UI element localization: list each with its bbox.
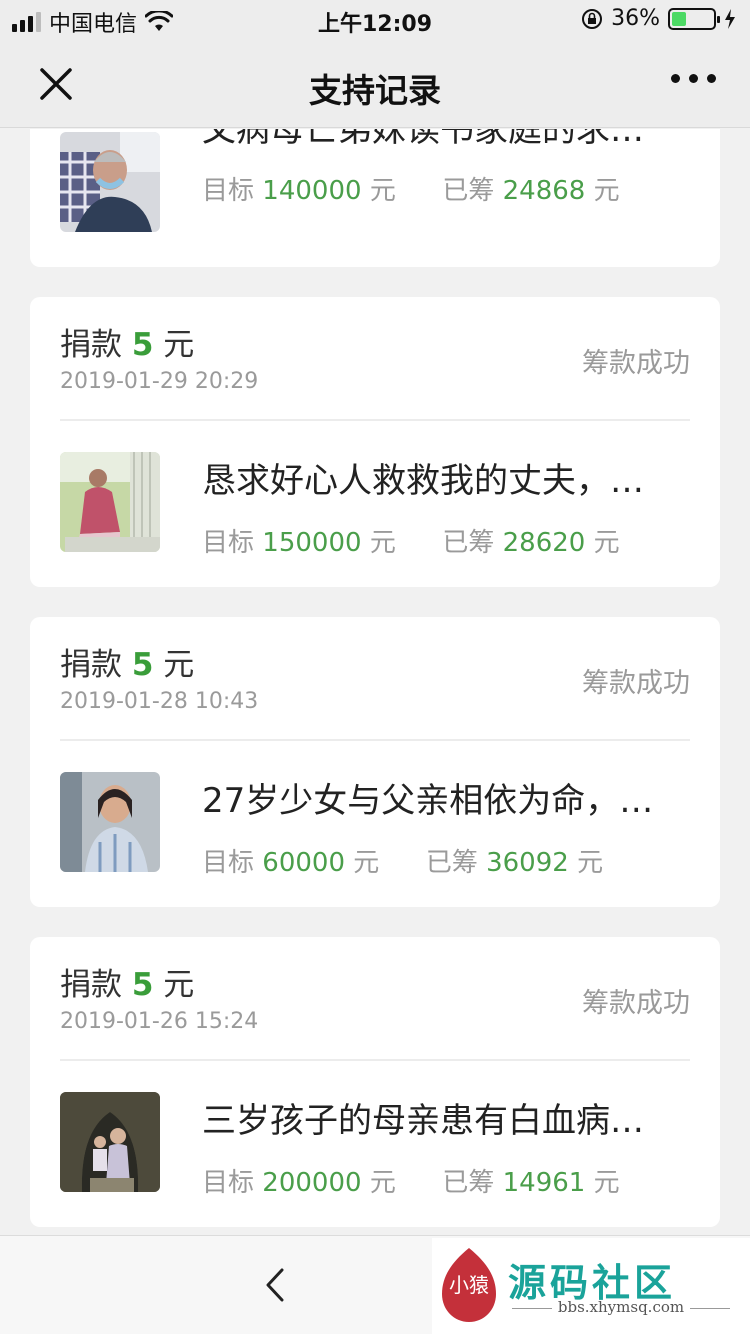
unit-label: 元	[593, 528, 620, 558]
records-list[interactable]: 父病母亡弟妹读书家庭的求… 目标 140000 元 已筹 24868 元 捐款 …	[0, 129, 750, 1235]
donation-header: 捐款 5 元 2019-01-28 10:43 筹款成功	[60, 617, 690, 741]
donation-line: 捐款 5 元	[60, 319, 194, 364]
target-amount: 140000	[262, 176, 362, 206]
status-badge: 筹款成功	[582, 988, 690, 1019]
target-label: 目标	[202, 528, 255, 558]
charging-bolt-icon	[725, 8, 735, 29]
watermark-logo-text: 小猿	[449, 1273, 489, 1297]
donation-date: 2019-01-26 15:24	[60, 1009, 259, 1034]
target-label: 目标	[202, 1168, 255, 1198]
raised-label: 已筹	[442, 176, 495, 206]
donation-label: 捐款	[60, 647, 122, 683]
project-meta: 目标 200000 元 已筹 14961 元	[202, 1162, 620, 1199]
donation-header: 捐款 5 元 2019-01-29 20:29 筹款成功	[60, 297, 690, 421]
unit-label: 元	[369, 176, 396, 206]
donation-line: 捐款 5 元	[60, 639, 194, 684]
raised-label: 已筹	[442, 528, 495, 558]
chevron-left-icon[interactable]	[258, 1264, 294, 1306]
donation-amount: 5	[131, 647, 154, 683]
project-title: 三岁孩子的母亲患有白血病…	[202, 1101, 644, 1141]
target-amount: 150000	[262, 528, 362, 558]
project-title: 27岁少女与父亲相依为命，…	[202, 781, 654, 821]
donation-header: 捐款 5 元 2019-01-26 15:24 筹款成功	[60, 937, 690, 1061]
status-right: 36%	[581, 6, 736, 31]
unit-label: 元	[163, 647, 195, 683]
unit-label: 元	[369, 1168, 396, 1198]
project-row[interactable]: 父病母亡弟妹读书家庭的求… 目标 140000 元 已筹 24868 元	[30, 129, 720, 267]
rotation-lock-icon	[582, 8, 603, 29]
watermark: 小猿 源码社区 bbs.xhymsq.com	[432, 1238, 750, 1334]
donation-date: 2019-01-28 10:43	[60, 689, 259, 714]
status-bar: 中国电信 上午12:09 36%	[0, 0, 750, 40]
unit-label: 元	[353, 848, 380, 878]
target-amount: 200000	[262, 1168, 362, 1198]
battery-icon	[668, 7, 720, 30]
unit-label: 元	[163, 327, 195, 363]
donation-amount: 5	[131, 967, 154, 1003]
raised-amount: 36092	[486, 848, 569, 878]
project-row[interactable]: 27岁少女与父亲相依为命，… 目标 60000 元 已筹 36092 元	[30, 741, 720, 906]
donation-amount: 5	[131, 327, 154, 363]
record-card[interactable]: 父病母亡弟妹读书家庭的求… 目标 140000 元 已筹 24868 元	[30, 129, 720, 267]
record-card[interactable]: 捐款 5 元 2019-01-29 20:29 筹款成功 恳求好心人救救我的丈夫…	[30, 297, 720, 587]
target-label: 目标	[202, 848, 255, 878]
battery-percent: 36%	[611, 6, 660, 31]
project-meta: 目标 140000 元 已筹 24868 元	[202, 170, 620, 207]
bottom-toolbar: 小猿 源码社区 bbs.xhymsq.com	[0, 1235, 750, 1334]
unit-label: 元	[593, 176, 620, 206]
raised-amount: 14961	[502, 1168, 586, 1198]
project-meta: 目标 60000 元 已筹 36092 元	[202, 842, 603, 879]
project-thumbnail	[60, 1092, 160, 1192]
project-thumbnail	[60, 452, 160, 552]
unit-label: 元	[593, 1168, 620, 1198]
project-thumbnail	[60, 132, 160, 232]
donation-label: 捐款	[60, 327, 122, 363]
project-row[interactable]: 恳求好心人救救我的丈夫，… 目标 150000 元 已筹 28620 元	[30, 421, 720, 586]
unit-label: 元	[163, 967, 195, 1003]
watermark-url: bbs.xhymsq.com	[496, 1298, 746, 1316]
project-title: 恳求好心人救救我的丈夫，…	[202, 461, 644, 501]
project-title: 父病母亡弟妹读书家庭的求…	[202, 129, 644, 150]
watermark-logo: 小猿	[442, 1248, 496, 1322]
donation-line: 捐款 5 元	[60, 959, 194, 1004]
unit-label: 元	[369, 528, 396, 558]
project-thumbnail	[60, 772, 160, 872]
raised-label: 已筹	[425, 848, 478, 878]
donation-label: 捐款	[60, 967, 122, 1003]
status-badge: 筹款成功	[582, 668, 690, 699]
page-title: 支持记录	[309, 71, 441, 110]
target-label: 目标	[202, 176, 255, 206]
raised-amount: 28620	[502, 528, 586, 558]
status-badge: 筹款成功	[582, 348, 690, 379]
project-meta: 目标 150000 元 已筹 28620 元	[202, 522, 620, 559]
record-card[interactable]: 捐款 5 元 2019-01-28 10:43 筹款成功 27岁少女与父亲相依为…	[30, 617, 720, 907]
target-amount: 60000	[262, 848, 345, 878]
raised-amount: 24868	[502, 176, 586, 206]
donation-date: 2019-01-29 20:29	[60, 369, 259, 394]
record-card[interactable]: 捐款 5 元 2019-01-26 15:24 筹款成功 三岁孩子的母亲患有白血…	[30, 937, 720, 1227]
unit-label: 元	[577, 848, 604, 878]
raised-label: 已筹	[442, 1168, 495, 1198]
nav-bar: 支持记录	[0, 40, 750, 128]
project-row[interactable]: 三岁孩子的母亲患有白血病… 目标 200000 元 已筹 14961 元	[30, 1061, 720, 1226]
more-icon[interactable]	[671, 74, 716, 83]
